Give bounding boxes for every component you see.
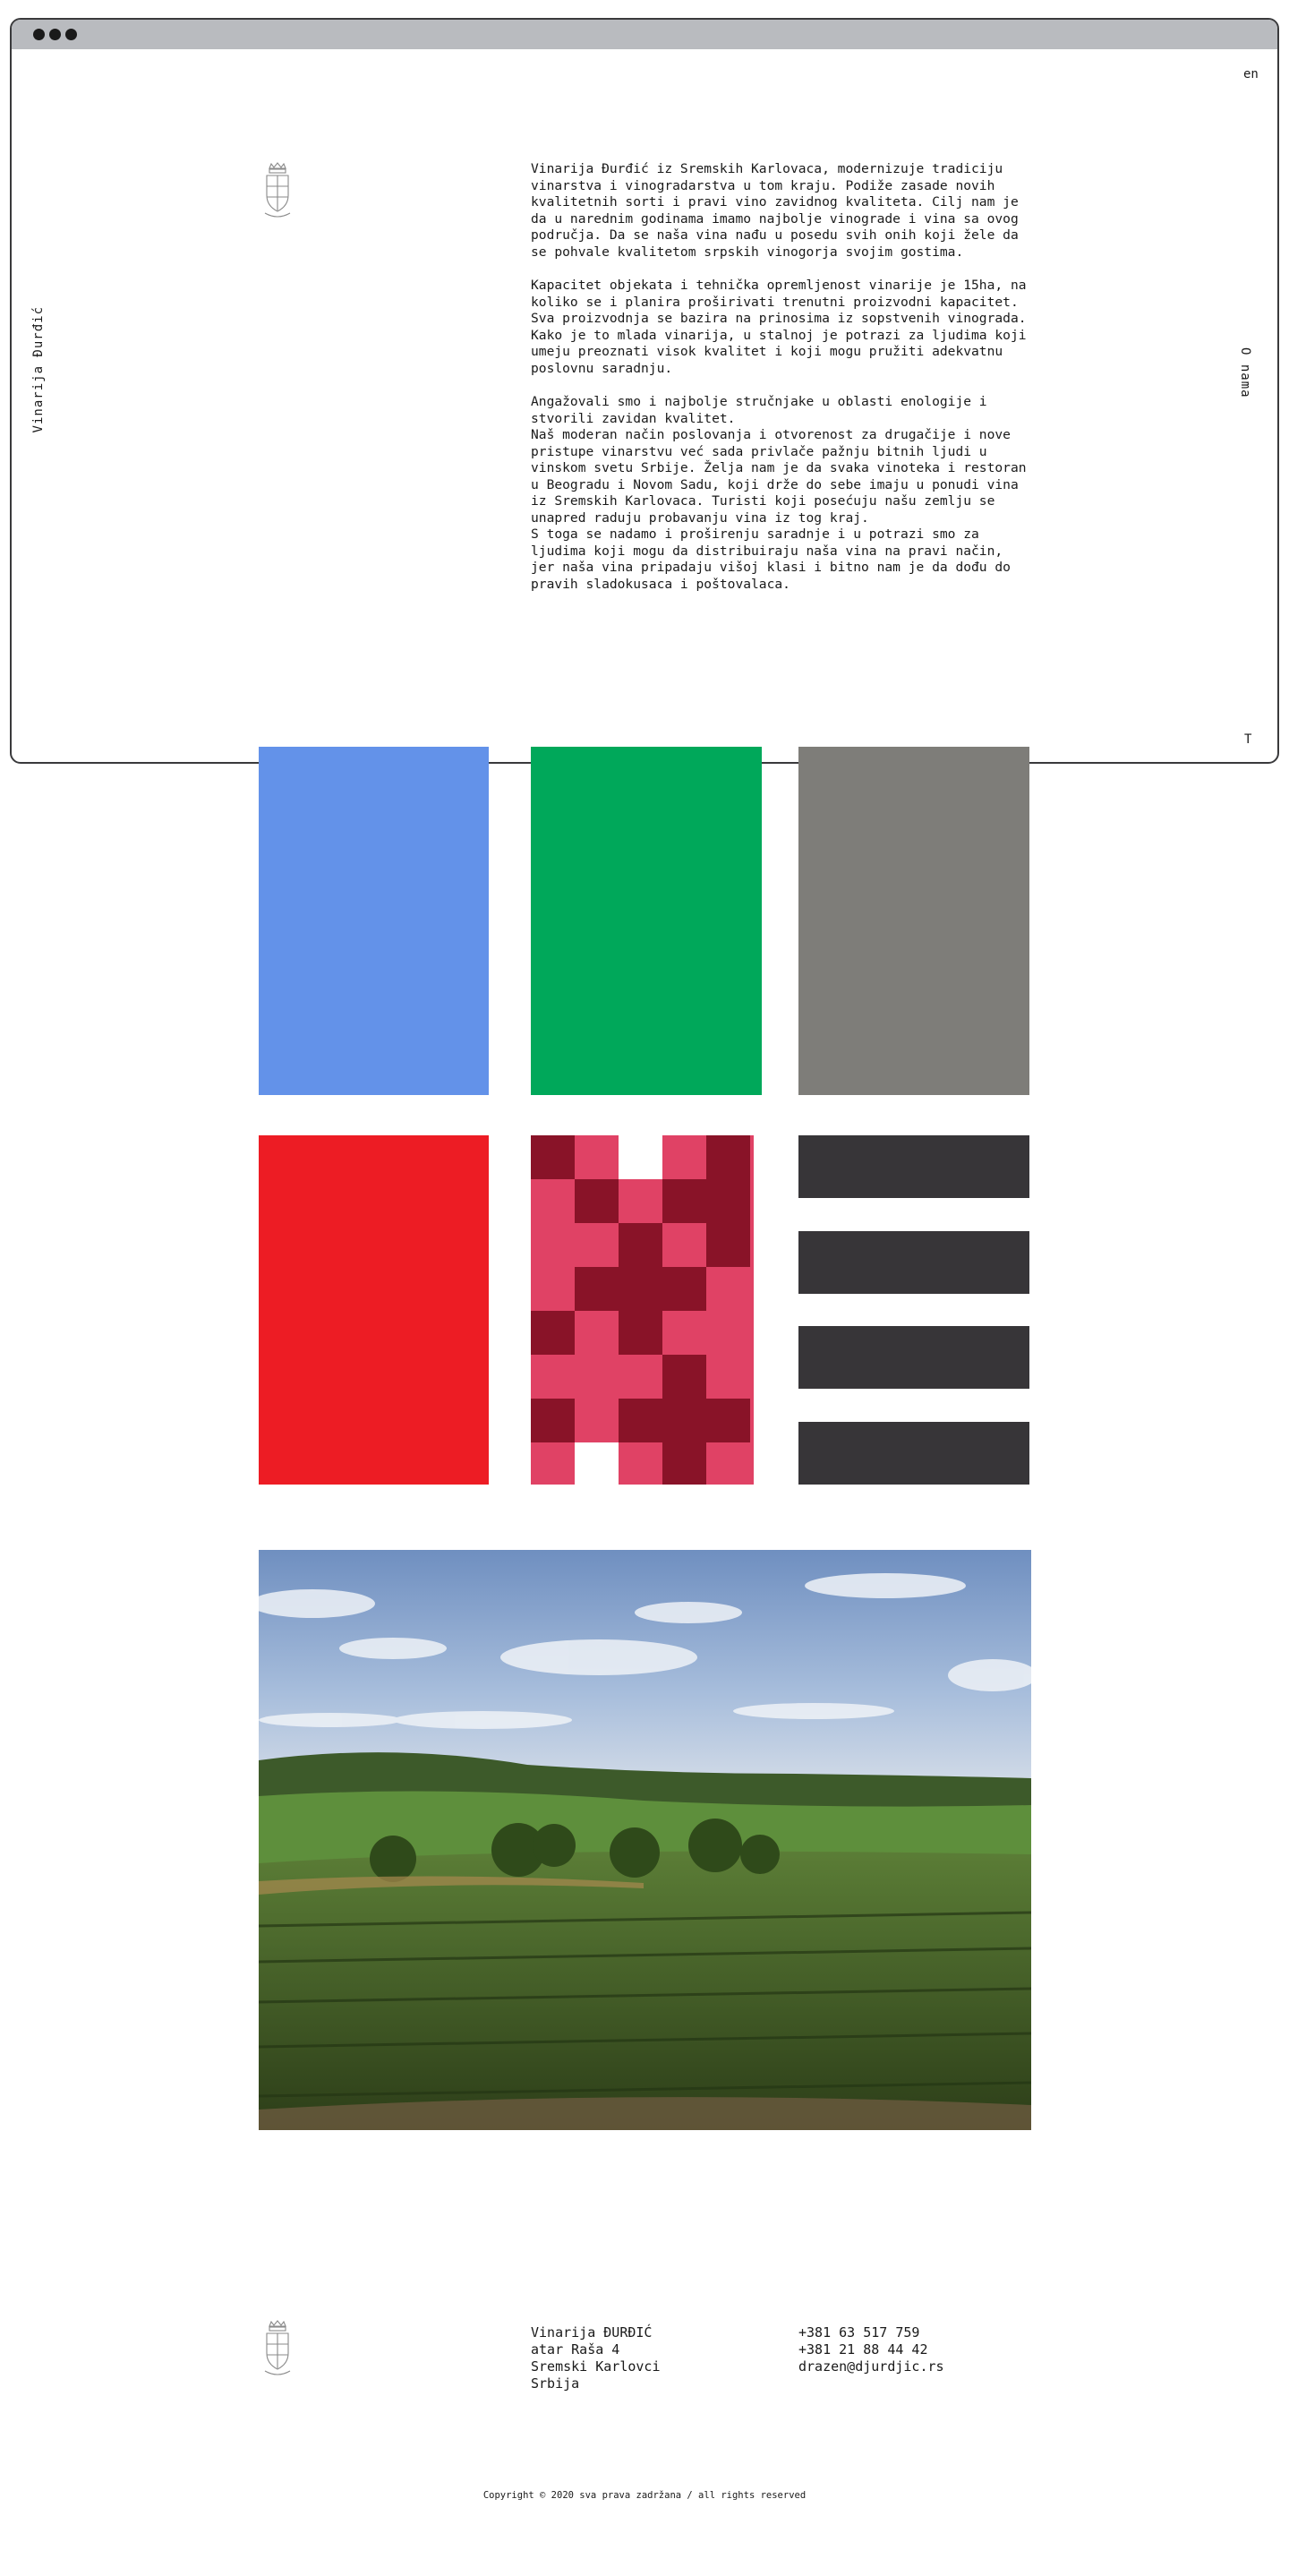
vineyard-photo [259, 1550, 1031, 2130]
checker-pattern [531, 1135, 762, 1485]
intro-paragraph: Vinarija Đurđić iz Sremskih Karlovaca, m… [531, 161, 1019, 260]
intro-paragraph: Angažovali smo i najbolje stručnjake u o… [531, 394, 1027, 592]
stripe [798, 1326, 1029, 1389]
red-swatch [259, 1135, 489, 1485]
footer-address: Vinarija ĐURĐIĆ atar Raša 4 Sremski Karl… [531, 2324, 661, 2392]
footer-contact: +381 63 517 759 +381 21 88 44 42 drazen@… [798, 2324, 944, 2375]
intro-text: Vinarija Đurđić iz Sremskih Karlovaca, m… [531, 161, 1032, 610]
back-to-top-link[interactable]: T [1244, 732, 1251, 747]
close-window-icon[interactable] [33, 29, 45, 40]
maximize-window-icon[interactable] [65, 29, 77, 40]
stripe-pattern-swatch [798, 1135, 1029, 1485]
blue-swatch [259, 747, 489, 1095]
intro-paragraph: Kapacitet objekata i tehnička opremljeno… [531, 278, 1027, 376]
email-link[interactable]: drazen@djurdjic.rs [798, 2358, 944, 2375]
address-line: Vinarija ĐURĐIĆ [531, 2324, 653, 2341]
language-switch-link[interactable]: en [1243, 67, 1259, 81]
window-titlebar [12, 20, 1277, 49]
address-line: Srbija [531, 2375, 580, 2392]
stripe [798, 1231, 1029, 1294]
brand-vertical-label: Vinarija Đurđić [31, 306, 46, 433]
phone-landline-link[interactable]: +381 21 88 44 42 [798, 2341, 944, 2358]
winery-crest-logo[interactable] [261, 161, 294, 224]
address-line: Sremski Karlovci [531, 2358, 661, 2375]
minimize-window-icon[interactable] [49, 29, 61, 40]
phone-mobile-link[interactable]: +381 63 517 759 [798, 2324, 944, 2341]
green-swatch [531, 747, 762, 1095]
address-line: atar Raša 4 [531, 2341, 620, 2358]
window-controls [33, 29, 77, 40]
about-nav-link[interactable]: O nama [1238, 347, 1252, 398]
grey-swatch [798, 747, 1029, 1095]
stripe [798, 1422, 1029, 1485]
footer-crest-logo[interactable] [261, 2319, 294, 2382]
checker-pattern-swatch [531, 1135, 762, 1485]
copyright-text: Copyright © 2020 sva prava zadržana / al… [482, 2490, 807, 2501]
stripe [798, 1135, 1029, 1198]
